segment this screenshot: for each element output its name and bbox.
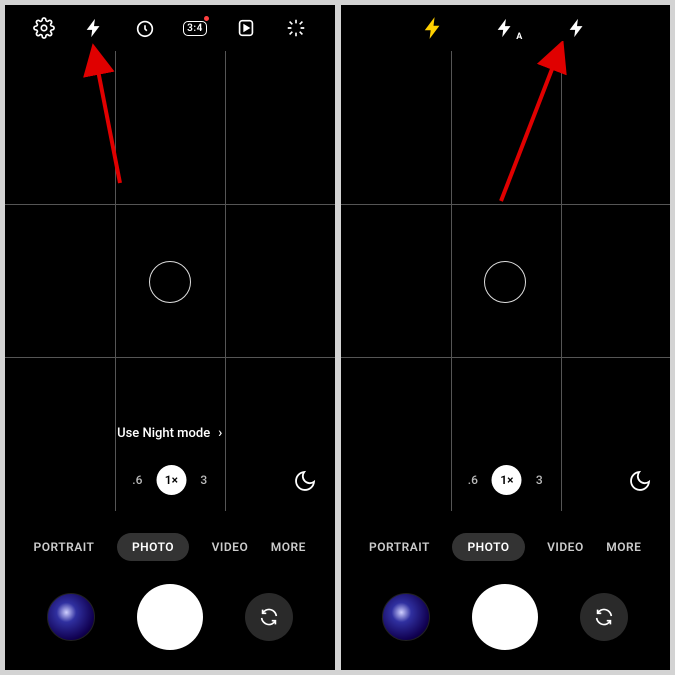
mode-selector[interactable]: PORTRAIT PHOTO VIDEO MORE — [341, 527, 671, 567]
mode-portrait[interactable]: PORTRAIT — [369, 540, 430, 554]
night-mode-icon[interactable] — [293, 469, 317, 493]
zoom-selector[interactable]: .6 1× 3 — [468, 465, 543, 495]
mode-selector[interactable]: PORTRAIT PHOTO VIDEO MORE — [5, 527, 335, 567]
zoom-selector[interactable]: .6 1× 3 — [132, 465, 207, 495]
flash-always-on-icon[interactable] — [417, 12, 449, 44]
gallery-thumbnail[interactable] — [382, 593, 430, 641]
chevron-right-icon: › — [218, 425, 222, 441]
mode-video[interactable]: VIDEO — [212, 540, 249, 554]
grid-line — [225, 51, 226, 511]
shutter-button[interactable] — [137, 584, 203, 650]
filters-icon[interactable] — [280, 12, 312, 44]
grid-line — [5, 357, 335, 358]
bottom-controls — [5, 582, 335, 652]
flash-auto-icon[interactable]: A — [489, 12, 521, 44]
zoom-option-low[interactable]: .6 — [132, 473, 142, 487]
grid-line — [341, 204, 671, 205]
timer-icon[interactable] — [129, 12, 161, 44]
flash-icon[interactable] — [78, 12, 110, 44]
mode-photo[interactable]: PHOTO — [117, 533, 189, 561]
aspect-ratio-icon[interactable]: 3:4 — [179, 12, 211, 44]
camera-screen-right: A .6 1× 3 PORTRAIT PHOTO VIDEO MORE — [341, 5, 671, 670]
night-mode-label: Use Night mode — [117, 426, 210, 441]
bottom-controls — [341, 582, 671, 652]
grid-line — [5, 204, 335, 205]
shutter-button[interactable] — [472, 584, 538, 650]
focus-indicator — [149, 261, 191, 303]
grid-line — [115, 51, 116, 511]
flash-on-icon[interactable] — [561, 12, 593, 44]
focus-indicator — [484, 261, 526, 303]
night-mode-icon[interactable] — [628, 469, 652, 493]
zoom-option-active[interactable]: 1× — [492, 465, 522, 495]
mode-more[interactable]: MORE — [606, 540, 641, 554]
mode-video[interactable]: VIDEO — [547, 540, 584, 554]
zoom-option-high[interactable]: 3 — [536, 473, 543, 487]
grid-line — [451, 51, 452, 511]
viewfinder[interactable]: Use Night mode › .6 1× 3 — [5, 51, 335, 511]
mode-more[interactable]: MORE — [271, 540, 306, 554]
mode-photo[interactable]: PHOTO — [452, 533, 524, 561]
settings-icon[interactable] — [28, 12, 60, 44]
zoom-option-active[interactable]: 1× — [156, 465, 186, 495]
switch-camera-button[interactable] — [245, 593, 293, 641]
top-toolbar: 3:4 — [5, 5, 335, 51]
grid-line — [561, 51, 562, 511]
grid-line — [341, 357, 671, 358]
night-mode-hint[interactable]: Use Night mode › — [117, 425, 222, 441]
top-toolbar-flash-expanded: A — [341, 5, 671, 51]
gallery-thumbnail[interactable] — [47, 593, 95, 641]
camera-screen-left: 3:4 Use Night mode › .6 1× 3 PORTRAIT — [5, 5, 335, 670]
mode-portrait[interactable]: PORTRAIT — [34, 540, 95, 554]
motion-photo-icon[interactable] — [230, 12, 262, 44]
zoom-option-low[interactable]: .6 — [468, 473, 478, 487]
viewfinder[interactable]: .6 1× 3 — [341, 51, 671, 511]
ratio-indicator-dot — [204, 16, 209, 21]
zoom-option-high[interactable]: 3 — [200, 473, 207, 487]
switch-camera-button[interactable] — [580, 593, 628, 641]
